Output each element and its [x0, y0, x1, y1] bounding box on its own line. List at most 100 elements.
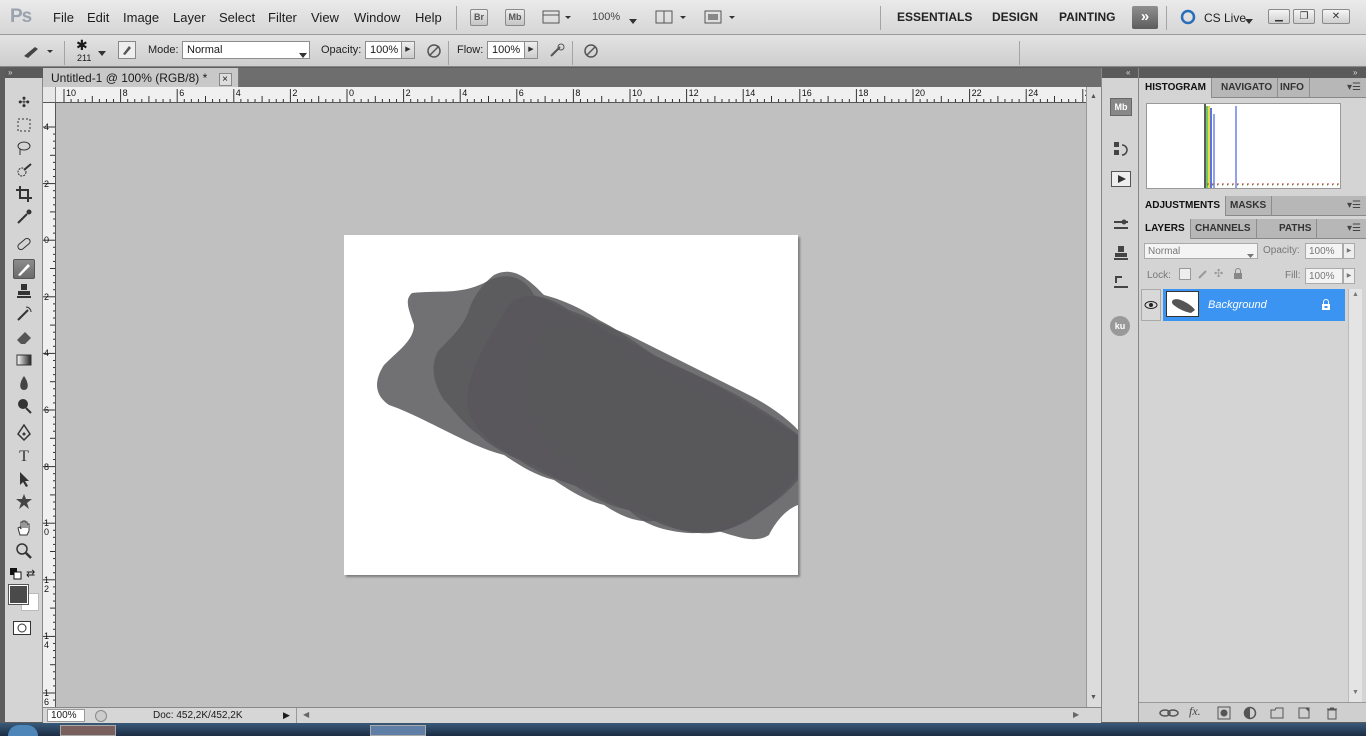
layer-opacity-input[interactable]: 100% — [1305, 243, 1343, 259]
dodge-tool-icon[interactable] — [13, 397, 35, 417]
menu-help[interactable]: Help — [415, 10, 442, 25]
quick-mask-icon[interactable] — [13, 621, 31, 635]
minibridge-button[interactable]: Mb — [505, 9, 525, 26]
canvas-area[interactable] — [56, 103, 1086, 707]
layer-opacity-arrow-icon[interactable]: ▶ — [1343, 243, 1355, 259]
menu-view[interactable]: View — [311, 10, 339, 25]
kuler-panel-icon[interactable]: ku — [1110, 316, 1130, 336]
strip-collapse-icon[interactable]: « — [1102, 68, 1139, 78]
brush-size[interactable]: 211 — [77, 53, 91, 63]
blend-mode-select[interactable]: Normal — [1144, 243, 1258, 259]
workspace-design[interactable]: DESIGN — [992, 10, 1038, 24]
clone-stamp-tool-icon[interactable] — [13, 282, 35, 302]
menu-filter[interactable]: Filter — [268, 10, 297, 25]
link-layers-icon[interactable] — [1159, 706, 1179, 720]
minibridge-panel-icon[interactable]: Mb — [1110, 98, 1132, 116]
layer-row-background[interactable]: Background — [1163, 289, 1345, 321]
close-button[interactable]: ✕ — [1322, 9, 1350, 24]
new-layer-icon[interactable] — [1297, 706, 1311, 720]
layers-scroll-up-icon[interactable]: ▲ — [1352, 291, 1359, 298]
histogram-panel-menu-icon[interactable]: ▾☰ — [1347, 82, 1361, 93]
status-zoom-input[interactable]: 100% — [47, 709, 85, 722]
brush-tip-icon[interactable]: ✱ — [76, 38, 88, 52]
layers-panel-menu-icon[interactable]: ▾☰ — [1347, 223, 1361, 234]
workspace-essentials[interactable]: ESSENTIALS — [897, 10, 972, 24]
default-colors-icon[interactable] — [10, 568, 22, 580]
actions-panel-icon[interactable] — [1111, 171, 1131, 187]
blend-mode-dropdown-icon[interactable] — [1247, 248, 1254, 258]
lock-transparent-icon[interactable] — [1179, 268, 1191, 280]
tab-channels[interactable]: CHANNELS — [1189, 219, 1257, 239]
tablet-size-icon[interactable] — [582, 42, 600, 60]
cslive-icon[interactable] — [1180, 9, 1196, 25]
zoom-level[interactable]: 100% — [592, 11, 620, 23]
screen-mode-icon[interactable] — [704, 9, 738, 26]
lock-all-icon[interactable] — [1232, 268, 1244, 280]
brush-panel-toggle-icon[interactable] — [118, 41, 136, 59]
pen-tool-icon[interactable] — [13, 423, 35, 444]
document-canvas[interactable] — [344, 235, 798, 575]
adjustments-panel-menu-icon[interactable]: ▾☰ — [1347, 200, 1361, 211]
layers-scroll-down-icon[interactable]: ▼ — [1352, 689, 1359, 696]
zoom-dropdown-icon[interactable] — [629, 14, 637, 24]
restore-button[interactable]: ❐ — [1293, 9, 1315, 24]
horizontal-ruler[interactable]: 1086420246810121416182022242 — [43, 87, 1086, 103]
minimize-button[interactable]: ▁ — [1268, 9, 1290, 24]
layer-name[interactable]: Background — [1208, 299, 1267, 311]
cslive-label[interactable]: CS Live — [1204, 11, 1246, 25]
mode-select[interactable]: Normal — [182, 41, 310, 59]
brush-picker-dropdown-icon[interactable] — [98, 46, 106, 56]
zoom-tool-icon[interactable] — [13, 542, 35, 562]
path-selection-tool-icon[interactable] — [13, 470, 35, 490]
brush-tool-icon[interactable] — [13, 259, 35, 279]
menu-window[interactable]: Window — [354, 10, 400, 25]
layers-scrollbar[interactable]: ▲ ▼ — [1348, 289, 1362, 702]
arrange-documents-icon[interactable] — [655, 9, 689, 26]
lasso-tool-icon[interactable] — [13, 139, 35, 159]
cslive-dropdown-icon[interactable] — [1245, 14, 1253, 24]
blur-tool-icon[interactable] — [13, 374, 35, 394]
history-brush-tool-icon[interactable] — [13, 305, 35, 325]
delete-layer-icon[interactable] — [1325, 706, 1339, 720]
menu-edit[interactable]: Edit — [87, 10, 109, 25]
swap-colors-icon[interactable]: ⇄ — [26, 568, 38, 580]
history-panel-icon[interactable] — [1112, 140, 1130, 158]
move-tool-icon[interactable]: ✣ — [13, 92, 35, 112]
dock-collapse-icon[interactable]: » — [1139, 68, 1366, 78]
document-close-icon[interactable]: × — [218, 73, 232, 86]
vertical-ruler[interactable]: 4 2 0 2 4 6 8 1 0 1 2 1 4 1 6 — [43, 103, 56, 707]
tools-collapse-icon[interactable]: » — [5, 68, 43, 78]
ruler-origin[interactable] — [43, 87, 56, 102]
airbrush-icon[interactable] — [548, 42, 566, 60]
eraser-tool-icon[interactable] — [13, 328, 35, 348]
status-proof-icon[interactable] — [95, 710, 107, 722]
type-tool-icon[interactable]: T — [13, 447, 35, 467]
scroll-down-icon[interactable]: ▼ — [1090, 694, 1097, 701]
flow-slider-button[interactable]: ▶ — [524, 41, 538, 59]
opacity-input[interactable]: 100% — [365, 41, 402, 59]
flow-input[interactable]: 100% — [487, 41, 525, 59]
marquee-tool-icon[interactable] — [13, 116, 35, 136]
mode-dropdown-icon[interactable] — [299, 48, 307, 58]
bridge-button[interactable]: Br — [470, 9, 488, 26]
lock-image-icon[interactable] — [1197, 268, 1209, 280]
gradient-tool-icon[interactable] — [13, 351, 35, 371]
hand-tool-icon[interactable] — [13, 519, 35, 539]
start-button[interactable] — [8, 725, 38, 736]
tool-presets-panel-icon[interactable] — [1112, 273, 1130, 291]
taskbar-item-photoshop[interactable] — [370, 725, 426, 736]
tab-adjustments[interactable]: ADJUSTMENTS — [1139, 196, 1227, 216]
menu-select[interactable]: Select — [219, 10, 255, 25]
scroll-up-icon[interactable]: ▲ — [1090, 93, 1097, 100]
menu-file[interactable]: File — [53, 10, 74, 25]
workspace-painting[interactable]: PAINTING — [1059, 10, 1115, 24]
layer-visibility-toggle[interactable] — [1141, 289, 1161, 321]
opacity-slider-button[interactable]: ▶ — [401, 41, 415, 59]
tab-navigator[interactable]: NAVIGATO — [1215, 78, 1279, 98]
tool-preset-picker[interactable] — [20, 41, 54, 61]
vertical-scrollbar[interactable]: ▲ ▼ — [1086, 87, 1101, 707]
menu-image[interactable]: Image — [123, 10, 159, 25]
clone-source-panel-icon[interactable] — [1112, 244, 1130, 262]
more-workspaces-button[interactable]: » — [1132, 6, 1158, 29]
layer-mask-icon[interactable] — [1217, 706, 1231, 720]
